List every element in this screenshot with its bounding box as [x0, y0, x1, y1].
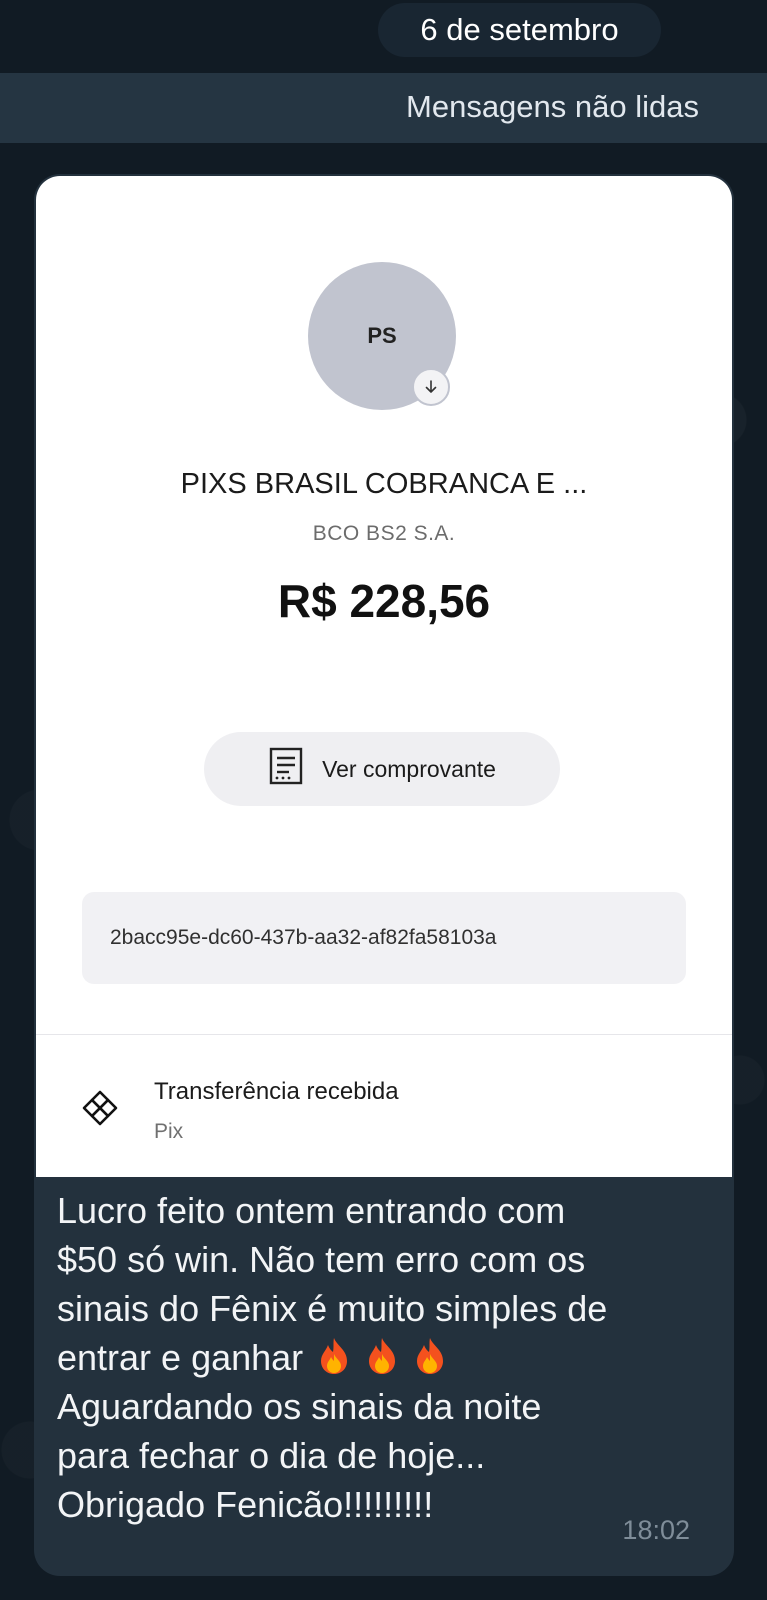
- view-receipt-button[interactable]: Ver comprovante: [204, 732, 560, 806]
- message-bubble[interactable]: PS PIXS BRASIL COBRANCA E ... BCO BS2 S.…: [34, 174, 734, 1576]
- view-receipt-label: Ver comprovante: [322, 755, 496, 782]
- message-text: Lucro feito ontem entrando com $50 só wi…: [57, 1186, 727, 1529]
- pix-receipt-image[interactable]: PS PIXS BRASIL COBRANCA E ... BCO BS2 S.…: [36, 176, 732, 1177]
- message-line: sinais do Fênix é muito simples de: [57, 1288, 608, 1329]
- fire-icon: [317, 1336, 351, 1376]
- transaction-method: Pix: [154, 1120, 184, 1143]
- bank-name: BCO BS2 S.A.: [312, 522, 456, 545]
- fire-icon: [365, 1336, 399, 1376]
- message-line: entrar e ganhar: [57, 1337, 304, 1378]
- fire-icon: [413, 1336, 447, 1376]
- message-line: Aguardando os sinais da noite: [57, 1386, 542, 1427]
- pix-icon: [80, 1088, 120, 1128]
- payee-name: PIXS BRASIL COBRANCA E ...: [180, 468, 588, 500]
- date-separator: 6 de setembro: [378, 3, 661, 57]
- unread-messages-label: Mensagens não lidas: [406, 89, 699, 124]
- message-line: Lucro feito ontem entrando com: [57, 1190, 566, 1231]
- divider: [36, 1034, 732, 1035]
- message-line: para fechar o dia de hoje...: [57, 1435, 486, 1476]
- transaction-type: Transferência recebida: [154, 1078, 399, 1105]
- receipt-document-icon: [268, 747, 304, 791]
- unread-messages-divider: Mensagens não lidas: [0, 73, 767, 143]
- message-line: $50 só win. Não tem erro com os: [57, 1239, 586, 1280]
- transaction-id: 2bacc95e-dc60-437b-aa32-af82fa58103a: [82, 892, 686, 984]
- message-line-with-emoji: entrar e ganhar: [57, 1333, 727, 1382]
- message-timestamp: 18:02: [622, 1515, 690, 1545]
- transfer-amount: R$ 228,56: [277, 575, 491, 627]
- download-arrow-icon: [412, 368, 450, 406]
